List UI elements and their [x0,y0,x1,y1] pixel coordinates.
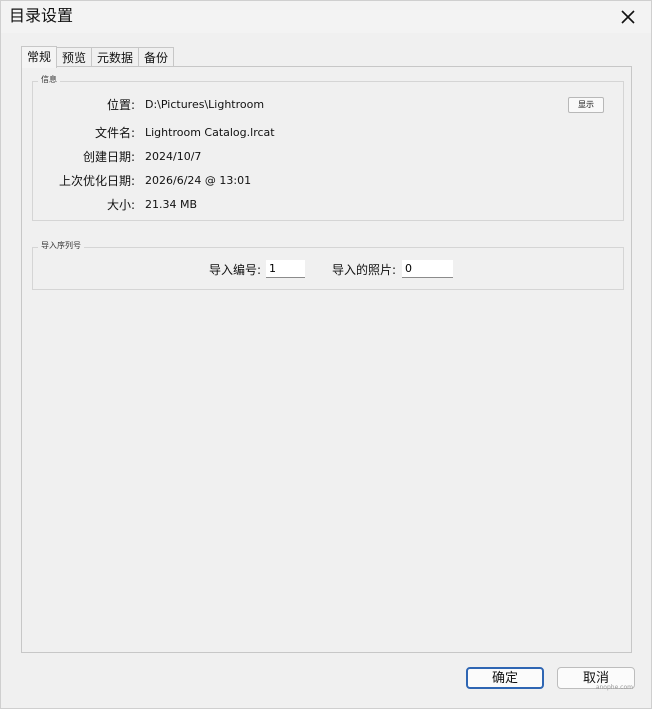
optimized-date-value: 2026/6/24 @ 13:01 [145,174,252,187]
location-row: 位置: D:\Pictures\Lightroom [33,97,623,113]
close-icon [621,10,635,24]
filename-row: 文件名: Lightroom Catalog.lrcat [33,125,623,141]
optimized-date-row: 上次优化日期: 2026/6/24 @ 13:01 [33,173,623,189]
import-sequence-group: 导入序列号 导入编号: 导入的照片: [32,241,624,290]
optimized-date-label: 上次优化日期: [58,174,135,188]
created-date-label: 创建日期: [82,150,135,164]
title-bar: 目录设置 [1,1,651,33]
filename-value: Lightroom Catalog.lrcat [145,126,275,139]
created-date-value: 2024/10/7 [145,150,202,163]
import-sequence-legend: 导入序列号 [38,241,84,251]
imported-photos-input[interactable] [402,260,453,278]
close-button[interactable] [617,6,639,28]
dialog-title: 目录设置 [9,6,74,25]
show-location-button[interactable]: 显示 [568,97,604,113]
import-number-input[interactable] [266,260,305,278]
filename-label: 文件名: [94,126,135,140]
imported-photos-label: 导入的照片: [332,263,397,277]
tab-preview[interactable]: 预览 [56,47,93,67]
catalog-settings-dialog: 目录设置 常规 预览 元数据 备份 信息 位置: D:\Pictures\Lig… [0,0,652,709]
tab-metadata[interactable]: 元数据 [91,47,140,67]
size-row: 大小: 21.34 MB [33,197,623,213]
location-value: D:\Pictures\Lightroom [145,98,265,111]
import-number-label: 导入编号: [209,263,262,277]
created-date-row: 创建日期: 2024/10/7 [33,149,623,165]
watermark: anophe.com [595,684,633,691]
tab-general[interactable]: 常规 [21,46,58,68]
tab-backup[interactable]: 备份 [138,47,175,67]
location-label: 位置: [106,98,135,112]
size-value: 21.34 MB [145,198,198,211]
ok-button[interactable]: 确定 [466,667,544,689]
tab-strip: 常规 预览 元数据 备份 [21,45,175,68]
size-label: 大小: [106,198,135,212]
general-tab-panel: 信息 位置: D:\Pictures\Lightroom 显示 文件名: Lig… [21,66,632,653]
info-group: 信息 位置: D:\Pictures\Lightroom 显示 文件名: Lig… [32,75,624,221]
info-group-legend: 信息 [38,75,60,85]
